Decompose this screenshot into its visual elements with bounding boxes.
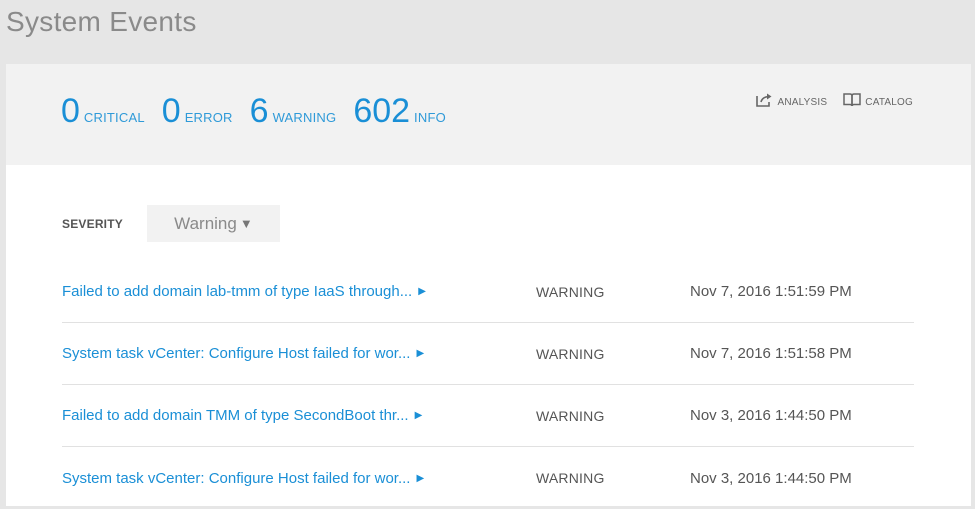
page-title: System Events — [6, 6, 197, 37]
count-critical-value: 0 — [61, 92, 80, 130]
count-critical-label: CRITICAL — [83, 110, 145, 125]
count-info[interactable]: 602 INFO — [353, 92, 446, 131]
event-list: Failed to add domain lab-tmm of type Iaa… — [62, 261, 914, 509]
expand-arrow-icon[interactable]: ▶ — [418, 286, 426, 297]
severity-selected-value: Warning — [174, 213, 237, 233]
event-severity: WARNING — [536, 407, 605, 424]
event-severity: WARNING — [536, 283, 605, 300]
analysis-button[interactable]: ANALYSIS — [755, 92, 828, 112]
event-severity: WARNING — [536, 345, 605, 362]
caret-down-icon: ▼ — [239, 216, 253, 231]
event-row: Failed to add domain TMM of type SecondB… — [62, 385, 914, 447]
count-info-label: INFO — [414, 110, 446, 125]
count-info-value: 602 — [353, 92, 411, 130]
count-error-value: 0 — [161, 92, 181, 130]
catalog-button[interactable]: CATALOG — [843, 92, 913, 112]
severity-filter: SEVERITY Warning ▼ — [62, 205, 280, 242]
event-counts: 0 CRITICAL 0 ERROR 6 WARNING 602 INFO — [61, 92, 463, 131]
event-title-text: System task vCenter: Configure Host fail… — [62, 469, 411, 487]
expand-arrow-icon[interactable]: ▶ — [416, 473, 424, 484]
severity-select[interactable]: Warning ▼ — [146, 205, 280, 242]
count-error[interactable]: 0 ERROR — [162, 92, 233, 131]
event-row: System task vCenter: Configure Host fail… — [62, 447, 914, 509]
count-error-label: ERROR — [184, 110, 233, 125]
event-title-link[interactable]: System task vCenter: Configure Host fail… — [62, 345, 536, 362]
event-title-text: Failed to add domain lab-tmm of type Iaa… — [62, 283, 413, 300]
event-title-link[interactable]: Failed to add domain TMM of type SecondB… — [62, 407, 536, 424]
analysis-label: ANALYSIS — [777, 96, 828, 108]
event-title-link[interactable]: System task vCenter: Configure Host fail… — [62, 470, 536, 487]
event-title-link[interactable]: Failed to add domain lab-tmm of type Iaa… — [62, 283, 536, 300]
event-time: Nov 3, 2016 1:44:50 PM — [690, 407, 852, 424]
event-title-text: Failed to add domain TMM of type SecondB… — [62, 407, 409, 424]
events-card: 0 CRITICAL 0 ERROR 6 WARNING 602 INFO AN… — [6, 64, 971, 506]
count-critical[interactable]: 0 CRITICAL — [61, 92, 145, 131]
event-title-text: System task vCenter: Configure Host fail… — [62, 345, 411, 362]
count-warning-label: WARNING — [272, 110, 337, 125]
event-time: Nov 7, 2016 1:51:58 PM — [690, 345, 852, 362]
count-warning-value: 6 — [249, 92, 269, 130]
event-row: System task vCenter: Configure Host fail… — [62, 323, 914, 385]
severity-label: SEVERITY — [62, 216, 123, 231]
event-time: Nov 3, 2016 1:44:50 PM — [690, 469, 852, 487]
event-time: Nov 7, 2016 1:51:59 PM — [690, 283, 852, 300]
event-severity: WARNING — [536, 470, 605, 486]
event-row: Failed to add domain lab-tmm of type Iaa… — [62, 261, 914, 323]
summary-panel: 0 CRITICAL 0 ERROR 6 WARNING 602 INFO AN… — [6, 64, 971, 165]
header-actions: ANALYSIS CATALOG — [740, 92, 914, 112]
catalog-label: CATALOG — [865, 96, 913, 108]
count-warning[interactable]: 6 WARNING — [250, 92, 337, 131]
share-export-icon — [755, 92, 778, 112]
expand-arrow-icon[interactable]: ▶ — [415, 410, 423, 421]
expand-arrow-icon[interactable]: ▶ — [416, 348, 424, 359]
book-icon — [843, 92, 865, 112]
